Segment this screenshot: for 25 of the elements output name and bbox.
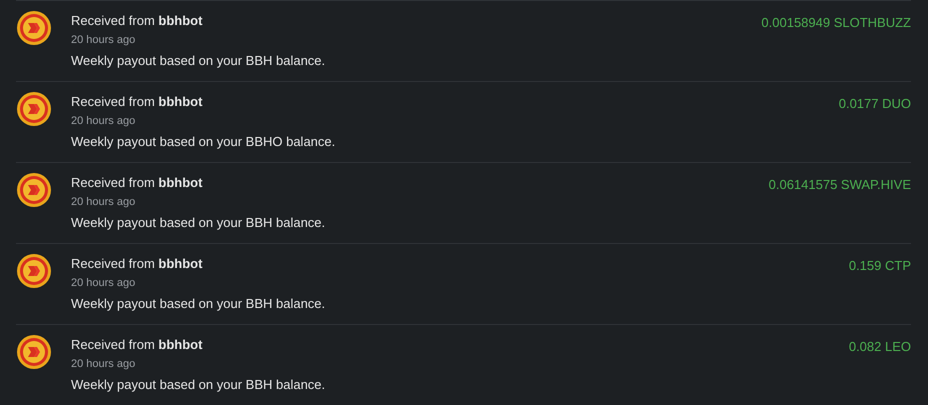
timestamp: 20 hours ago bbox=[71, 114, 136, 128]
timestamp: 20 hours ago bbox=[71, 357, 136, 371]
transfer-title: Received from bbhbot bbox=[71, 174, 204, 192]
amount: 0.06141575 SWAP.HIVE bbox=[768, 176, 911, 194]
timestamp: 20 hours ago bbox=[71, 33, 136, 47]
coin-avatar-icon bbox=[17, 254, 51, 288]
transfer-title: Received from bbhbot bbox=[71, 93, 204, 111]
memo-text: Weekly payout based on your BBH balance. bbox=[71, 52, 326, 70]
coin-avatar-icon bbox=[17, 173, 51, 207]
amount: 0.159 CTP bbox=[848, 257, 911, 275]
amount: 0.00158949 SLOTHBUZZ bbox=[761, 14, 911, 32]
coin-avatar-icon bbox=[17, 92, 51, 126]
transfer-title: Received from bbhbot bbox=[71, 12, 204, 30]
timestamp: 20 hours ago bbox=[71, 276, 136, 290]
coin-avatar-icon bbox=[17, 11, 51, 45]
coin-avatar-icon bbox=[17, 335, 51, 369]
timestamp: 20 hours ago bbox=[71, 195, 136, 209]
transfer-title: Received from bbhbot bbox=[71, 336, 204, 354]
amount: 0.082 LEO bbox=[848, 338, 911, 356]
amount: 0.0177 DUO bbox=[838, 95, 911, 113]
memo-text: Weekly payout based on your BBH balance. bbox=[71, 295, 326, 313]
memo-text: Weekly payout based on your BBH balance. bbox=[71, 214, 326, 232]
memo-text: Weekly payout based on your BBHO balance. bbox=[71, 133, 336, 151]
memo-text: Weekly payout based on your BBH balance. bbox=[71, 376, 326, 394]
transfer-title: Received from bbhbot bbox=[71, 255, 204, 273]
